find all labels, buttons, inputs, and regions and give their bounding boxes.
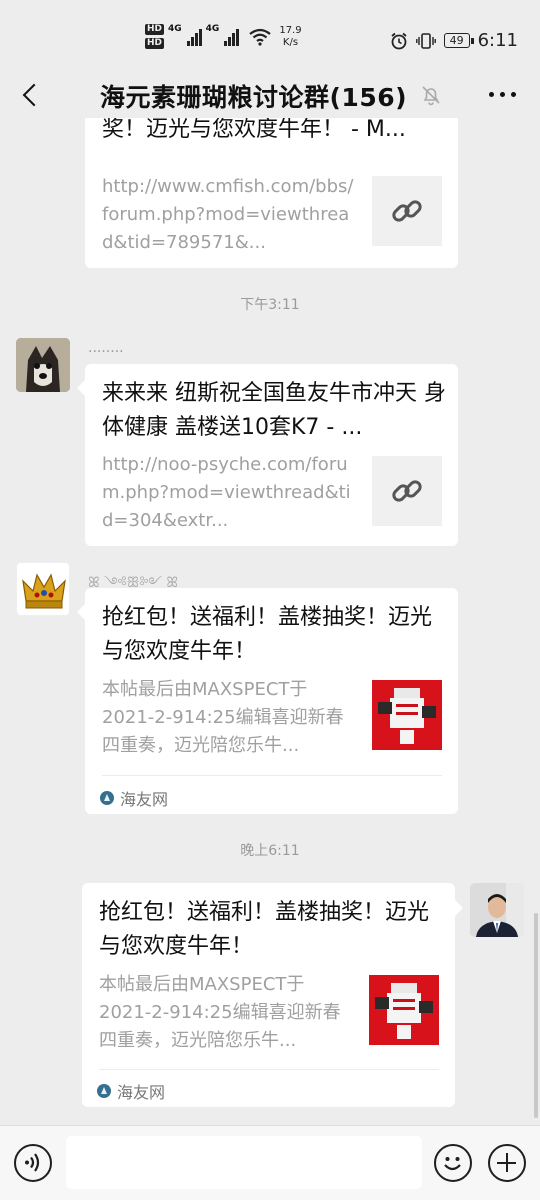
chat-header: 海元素珊瑚粮讨论群(156) xyxy=(0,72,540,118)
more-options-button[interactable] xyxy=(489,92,516,97)
dog-avatar-icon xyxy=(16,338,70,392)
status-bar: HD HD 4G 4G 17.9 K/s 49 6:11 xyxy=(0,0,540,72)
chat-title: 海元素珊瑚粮讨论群(156) xyxy=(100,83,408,112)
avatar-crown[interactable] xyxy=(16,562,70,616)
card-title: 来来来 纽斯祝全国鱼友牛市冲天 身体健康 盖楼送10套K7 - ... xyxy=(102,381,446,440)
bubble-tail xyxy=(77,604,85,620)
signal-icon xyxy=(224,28,240,46)
speed-value: 17.9 xyxy=(279,24,302,36)
card-divider xyxy=(99,1069,439,1070)
avatar-dog[interactable] xyxy=(16,338,70,392)
vibrate-icon xyxy=(415,32,436,49)
bubble-tail xyxy=(77,380,85,396)
status-left: HD HD 4G 4G 17.9 K/s xyxy=(145,24,302,49)
message-timestamp: 晚上6:11 xyxy=(240,843,300,859)
person-avatar-icon xyxy=(470,883,524,937)
wifi-icon xyxy=(249,28,272,46)
status-right: 49 6:11 xyxy=(390,30,518,51)
article-thumbnail xyxy=(372,680,442,750)
network-type: 4G xyxy=(168,24,182,34)
network-speed: 17.9 K/s xyxy=(279,25,301,49)
sender-name: ........ xyxy=(88,340,124,356)
source-icon xyxy=(97,1084,111,1098)
card-divider xyxy=(102,775,442,776)
link-card[interactable]: 来来来 纽斯祝全国鱼友牛市冲天 身体健康 盖楼送10套K7 - ... http… xyxy=(85,364,458,546)
card-description: 本帖最后由MAXSPECT于2021-2-914:25编辑喜迎新春四重奏，迈光陪… xyxy=(102,679,344,756)
mute-bell-icon xyxy=(422,86,440,106)
promo-image-icon xyxy=(369,975,439,1045)
link-thumbnail xyxy=(372,176,442,246)
card-title: 抢红包！送福利！盖楼抽奖！迈光与您欢度牛年！ xyxy=(99,900,430,959)
card-source: 海友网 xyxy=(97,1079,165,1103)
speed-unit: K/s xyxy=(282,36,299,48)
more-functions-button[interactable] xyxy=(488,1144,526,1182)
promo-image-icon xyxy=(372,680,442,750)
battery-indicator: 49 xyxy=(443,33,474,48)
link-icon xyxy=(392,480,422,502)
card-source: 海友网 xyxy=(100,786,168,810)
card-title-line: 奖！迈光与您欢度牛年！ - M... xyxy=(102,118,406,142)
alarm-icon xyxy=(391,32,407,49)
hd-badges: HD HD xyxy=(145,24,165,49)
hd-badge: HD xyxy=(145,24,165,35)
crown-icon xyxy=(17,563,69,615)
source-name: 海友网 xyxy=(117,1083,166,1102)
back-button[interactable] xyxy=(18,80,48,110)
card-title: 抢红包！送福利！盖楼抽奖！迈光与您欢度牛年！ xyxy=(102,605,433,664)
source-name: 海友网 xyxy=(120,790,169,809)
voice-input-button[interactable] xyxy=(14,1144,52,1182)
network-type: 4G xyxy=(205,24,220,34)
message-input[interactable] xyxy=(66,1136,422,1189)
link-card[interactable]: 抢红包！送福利！盖楼抽奖！迈光与您欢度牛年！ 本帖最后由MAXSPECT于202… xyxy=(82,883,455,1107)
link-thumbnail xyxy=(372,456,442,526)
hd-badge: HD xyxy=(145,38,165,49)
card-description: 本帖最后由MAXSPECT于2021-2-914:25编辑喜迎新春四重奏，迈光陪… xyxy=(99,974,341,1051)
voice-icon xyxy=(25,1153,40,1172)
smiley-icon xyxy=(444,1157,461,1171)
link-icon xyxy=(392,200,422,222)
article-thumbnail xyxy=(369,975,439,1045)
link-card[interactable]: 抢红包！送福利！盖楼抽 奖！迈光与您欢度牛年！ - M... http://ww… xyxy=(85,118,458,268)
scrollbar[interactable] xyxy=(534,913,538,1118)
card-title: 抢红包！送福利！盖楼抽 奖！迈光与您欢度牛年！ - M... xyxy=(102,118,447,166)
link-card[interactable]: 抢红包！送福利！盖楼抽奖！迈光与您欢度牛年！ 本帖最后由MAXSPECT于202… xyxy=(85,588,458,814)
chat-messages[interactable]: 抢红包！送福利！盖楼抽 奖！迈光与您欢度牛年！ - M... http://ww… xyxy=(0,118,540,1125)
bubble-tail xyxy=(455,900,463,916)
source-icon xyxy=(100,791,114,805)
input-bar xyxy=(0,1125,540,1200)
card-description: http://noo-psyche.com/forum.php?mod=view… xyxy=(102,454,351,531)
card-description: http://www.cmfish.com/bbs/forum.php?mod=… xyxy=(102,176,354,253)
emoji-button[interactable] xyxy=(434,1144,472,1182)
avatar-self[interactable] xyxy=(470,883,524,937)
signal-icon xyxy=(186,28,202,46)
message-timestamp: 下午3:11 xyxy=(240,297,300,313)
status-time: 6:11 xyxy=(477,30,518,51)
